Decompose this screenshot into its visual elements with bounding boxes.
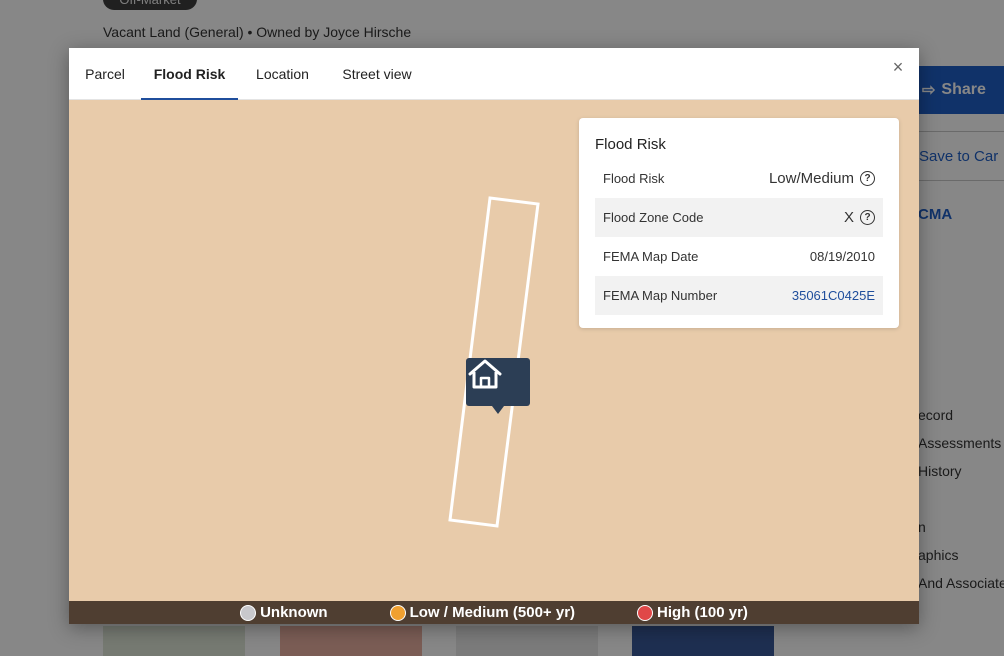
legend-dot-high-icon	[637, 604, 654, 621]
fema-date-row: FEMA Map Date 08/19/2010	[595, 237, 883, 276]
tab-street-view[interactable]: Street view	[327, 48, 427, 100]
property-modal: Parcel Flood Risk Location Street view ×…	[69, 48, 919, 624]
flood-zone-value: X	[843, 209, 854, 226]
fema-number-link[interactable]: 35061C0425E	[792, 288, 875, 303]
flood-map[interactable]: Flood Risk Flood Risk Low/Medium ? Flood…	[69, 100, 919, 601]
legend-item-low-medium: Low / Medium (500+ yr)	[389, 604, 576, 621]
help-icon[interactable]: ?	[860, 210, 875, 225]
close-button[interactable]: ×	[889, 58, 907, 76]
flood-card-title: Flood Risk	[595, 136, 666, 153]
legend-item-unknown: Unknown	[240, 604, 328, 621]
flood-risk-label: Flood Risk	[603, 171, 665, 186]
fema-date-value: 08/19/2010	[809, 249, 875, 264]
fema-number-row: FEMA Map Number 35061C0425E	[595, 276, 883, 315]
flood-risk-row: Flood Risk Low/Medium ?	[595, 159, 883, 198]
flood-zone-label: Flood Zone Code	[603, 210, 704, 225]
tab-parcel[interactable]: Parcel	[69, 48, 141, 100]
help-icon[interactable]: ?	[860, 171, 875, 186]
flood-zone-row: Flood Zone Code X ?	[595, 198, 883, 237]
legend-label: Low / Medium (500+ yr)	[409, 604, 576, 621]
home-icon	[468, 359, 502, 389]
flood-risk-value: Low/Medium	[768, 170, 854, 187]
tab-location[interactable]: Location	[238, 48, 327, 100]
legend-label: High (100 yr)	[657, 604, 748, 621]
tab-flood-risk[interactable]: Flood Risk	[141, 48, 238, 100]
flood-legend: Unknown Low / Medium (500+ yr) High (100…	[69, 601, 919, 624]
legend-item-high: High (100 yr)	[637, 604, 748, 621]
legend-dot-unknown-icon	[240, 604, 257, 621]
property-pin[interactable]	[466, 358, 530, 414]
flood-risk-card: Flood Risk Flood Risk Low/Medium ? Flood…	[579, 118, 899, 328]
modal-tabs: Parcel Flood Risk Location Street view	[69, 48, 919, 100]
fema-number-label: FEMA Map Number	[603, 288, 718, 303]
fema-date-label: FEMA Map Date	[603, 249, 699, 264]
legend-dot-low-medium-icon	[389, 604, 406, 621]
legend-label: Unknown	[260, 604, 328, 621]
